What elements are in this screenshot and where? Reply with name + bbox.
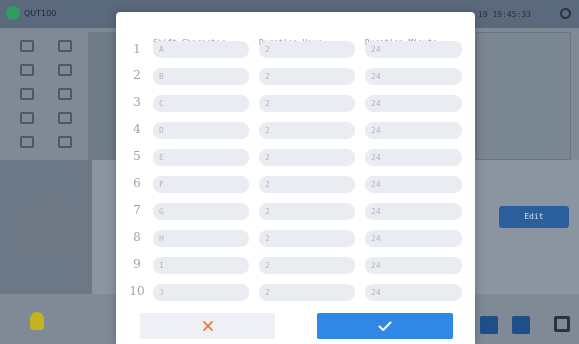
- duration-minute-input[interactable]: 24: [365, 257, 462, 274]
- picture-tool-icon[interactable]: [20, 136, 34, 148]
- counter-tool-icon[interactable]: [20, 112, 34, 124]
- row-number: 10: [129, 284, 145, 298]
- duration-minute-input[interactable]: 24: [365, 95, 462, 112]
- duration-minute-input[interactable]: 24: [365, 149, 462, 166]
- duration-hour-input[interactable]: 2: [259, 95, 355, 112]
- duration-minute-input[interactable]: 24: [365, 230, 462, 247]
- bulb-icon[interactable]: [30, 312, 44, 330]
- save-icon[interactable]: [480, 316, 498, 334]
- table-tool-icon[interactable]: [58, 112, 72, 124]
- shift-character-input[interactable]: F: [153, 176, 249, 193]
- duration-minute-input[interactable]: 24: [365, 68, 462, 85]
- shift-character-input[interactable]: E: [153, 149, 249, 166]
- shift-character-input[interactable]: B: [153, 68, 249, 85]
- canvas-grid-right: [476, 32, 571, 160]
- image-tool-icon[interactable]: [58, 88, 72, 100]
- duration-minute-input[interactable]: 24: [365, 176, 462, 193]
- shift-character-input[interactable]: C: [153, 95, 249, 112]
- row-number: 6: [133, 176, 141, 190]
- logo-icon: [6, 6, 20, 20]
- gear-icon[interactable]: [560, 8, 571, 19]
- duration-hour-input[interactable]: 2: [259, 284, 355, 301]
- confirm-button[interactable]: [317, 313, 453, 339]
- shift-character-input[interactable]: D: [153, 122, 249, 139]
- app-title: QUT100: [24, 8, 57, 18]
- duration-hour-input[interactable]: 2: [259, 176, 355, 193]
- timer-tool-icon[interactable]: [58, 64, 72, 76]
- text-tool-icon[interactable]: [20, 40, 34, 52]
- duration-minute-input[interactable]: 24: [365, 41, 462, 58]
- row-number: 9: [133, 257, 141, 271]
- clock-display: 19 19:45:33: [478, 10, 531, 19]
- check-icon: [378, 321, 392, 331]
- direction-pad[interactable]: [24, 206, 72, 254]
- shift-character-input[interactable]: G: [153, 203, 249, 220]
- duration-hour-input[interactable]: 2: [259, 68, 355, 85]
- frame-tool-icon[interactable]: [58, 40, 72, 52]
- exit-icon[interactable]: [554, 316, 570, 332]
- row-number: 2: [133, 68, 141, 82]
- duration-hour-input[interactable]: 2: [259, 203, 355, 220]
- duration-hour-input[interactable]: 2: [259, 257, 355, 274]
- row-number: 1: [133, 42, 141, 56]
- row-number: 8: [133, 230, 141, 244]
- close-icon: [202, 321, 213, 331]
- duration-minute-input[interactable]: 24: [365, 203, 462, 220]
- shift-character-input[interactable]: I: [153, 257, 249, 274]
- send-icon[interactable]: [512, 316, 530, 334]
- app-logo: QUT100: [6, 6, 56, 20]
- row-number: 3: [133, 95, 141, 109]
- shift-character-input[interactable]: H: [153, 230, 249, 247]
- row-number: 5: [133, 149, 141, 163]
- cancel-button[interactable]: [140, 313, 275, 339]
- shift-settings-dialog: Shift Character Duration Hour Duration M…: [116, 12, 475, 344]
- shift-character-input[interactable]: A: [153, 41, 249, 58]
- duration-hour-input[interactable]: 2: [259, 230, 355, 247]
- calendar-tool-icon[interactable]: [58, 136, 72, 148]
- clock-tool-icon[interactable]: [20, 64, 34, 76]
- row-number: 4: [133, 122, 141, 136]
- duration-minute-input[interactable]: 24: [365, 122, 462, 139]
- edit-button[interactable]: Edit: [499, 206, 569, 228]
- duration-hour-input[interactable]: 2: [259, 41, 355, 58]
- duration-hour-input[interactable]: 2: [259, 149, 355, 166]
- duration-minute-input[interactable]: 24: [365, 284, 462, 301]
- row-number: 7: [133, 203, 141, 217]
- shift-character-input[interactable]: J: [153, 284, 249, 301]
- duration-hour-input[interactable]: 2: [259, 122, 355, 139]
- user-tool-icon[interactable]: [20, 88, 34, 100]
